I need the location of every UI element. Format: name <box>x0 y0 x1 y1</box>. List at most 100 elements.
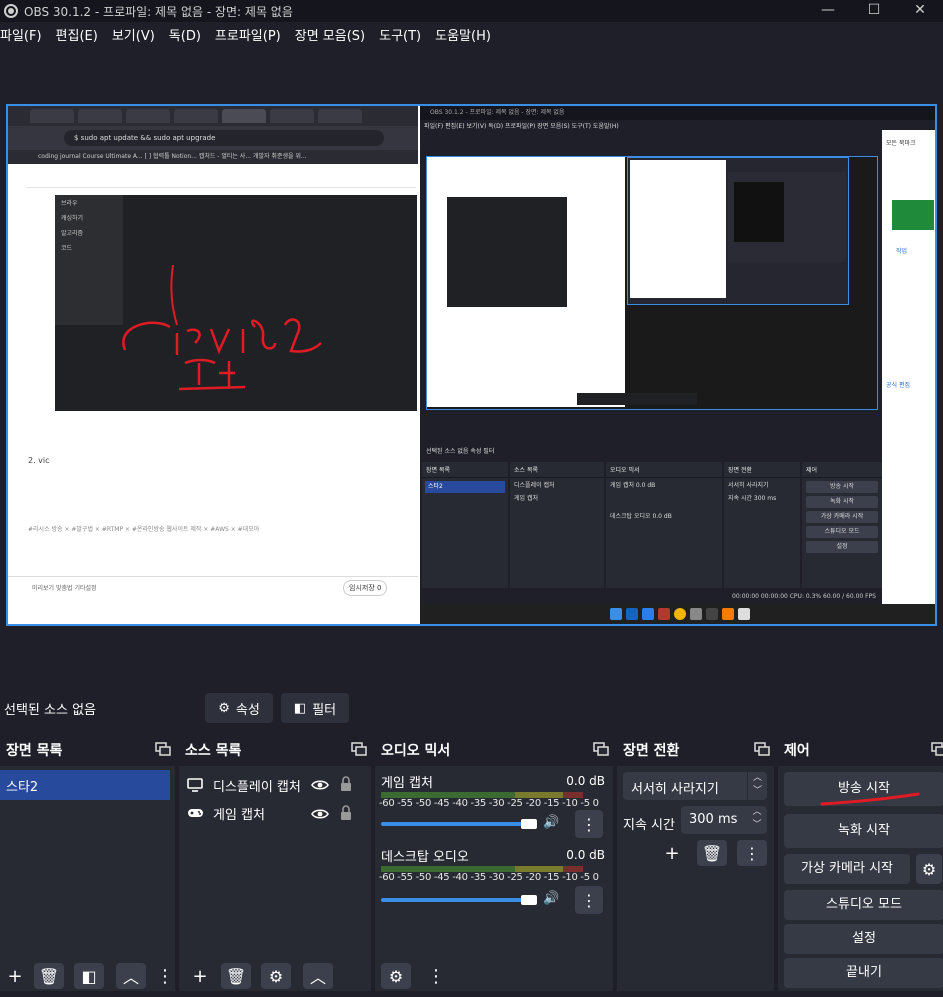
filters-button[interactable]: ◧ 필터 <box>281 693 349 723</box>
menu-docks[interactable]: 독(D) <box>169 26 201 48</box>
menu-view[interactable]: 보기(V) <box>112 26 155 48</box>
scene-filters-button[interactable]: ◧ <box>74 963 104 989</box>
gears-icon: ⚙ <box>388 966 404 986</box>
undock-icon[interactable] <box>593 742 609 756</box>
gear-icon: ⚙ <box>921 859 937 879</box>
nested-control: 녹화 시작 <box>806 496 878 508</box>
add-scene-button[interactable]: + <box>0 963 30 989</box>
monitor-icon <box>187 778 203 792</box>
scene-item[interactable]: 스타2 <box>0 770 170 800</box>
nested-dock-head: 오디오 믹서 <box>606 462 722 478</box>
menu-profile[interactable]: 프로파일(P) <box>215 26 281 48</box>
filter-icon: ◧ <box>81 966 97 986</box>
nested-right-label: 공식 편집 <box>886 382 910 389</box>
source-item[interactable]: 게임 캡처 <box>187 802 357 824</box>
studio-mode-button[interactable]: 스튜디오 모드 <box>784 890 943 920</box>
minimize-button[interactable]: — <box>805 0 851 22</box>
transitions-title: 장면 전환 <box>623 743 680 759</box>
volume-handle[interactable] <box>521 895 537 905</box>
virtual-camera-settings-button[interactable]: ⚙ <box>916 854 942 884</box>
nested-right-label: 작업 <box>896 248 908 255</box>
remove-scene-button[interactable]: 🗑 <box>34 963 64 989</box>
undock-icon[interactable] <box>351 742 367 756</box>
duration-spinner[interactable]: 300 ms ︿ ﹀ <box>681 806 767 834</box>
mixer-menu-button[interactable]: ⋮ <box>575 886 603 914</box>
speaker-icon[interactable]: 🔊 <box>543 891 559 906</box>
controls-dock: 제어 방송 시작 녹화 시작 가상 카메라 시작 ⚙ 스튜디오 모드 설정 끝내… <box>778 734 943 997</box>
menu-tools[interactable]: 도구(T) <box>379 26 421 48</box>
undock-icon[interactable] <box>155 742 171 756</box>
source-up-button[interactable]: ︿ <box>303 963 333 989</box>
menu-scene-collection[interactable]: 장면 모음(S) <box>295 26 365 48</box>
browser-tab-strip <box>8 106 418 126</box>
volume-slider[interactable] <box>381 822 527 826</box>
settings-button[interactable]: 설정 <box>784 924 943 954</box>
captured-sidebar-item: 알고리즘 <box>61 230 84 237</box>
source-item[interactable]: 디스플레이 캡처 <box>187 774 357 796</box>
mixer-title: 오디오 믹서 <box>381 743 451 759</box>
window-title: OBS 30.1.2 - 프로파일: 제목 없음 - 장면: 제목 없음 <box>24 4 293 19</box>
trash-icon: 🗑 <box>225 966 247 986</box>
add-transition-button[interactable]: + <box>657 840 687 866</box>
eye-icon[interactable] <box>311 778 329 792</box>
menu-file[interactable]: 파일(F) <box>0 26 42 48</box>
transition-menu-button[interactable]: ⋮ <box>737 840 767 866</box>
lock-icon[interactable] <box>339 805 353 821</box>
menu-edit[interactable]: 편집(E) <box>56 26 98 48</box>
controls-title: 제어 <box>784 743 810 759</box>
close-button[interactable]: ✕ <box>897 0 943 22</box>
browser-address-bar: $ sudo apt update && sudo apt upgrade <box>8 126 418 150</box>
nested-title: OBS 30.1.2 - 프로파일: 제목 없음 - 장면: 제목 없음 <box>420 106 935 120</box>
lock-icon[interactable] <box>339 776 353 792</box>
source-properties-button[interactable]: ⚙ <box>261 963 291 989</box>
start-virtual-camera-button[interactable]: 가상 카메라 시작 <box>784 854 910 884</box>
start-recording-button[interactable]: 녹화 시작 <box>784 814 943 848</box>
nested-source: 디스플레이 캡처 <box>514 482 555 489</box>
mixer-channel-db: 0.0 dB <box>566 774 605 788</box>
more-icon[interactable]: ⋮ <box>150 963 180 989</box>
nested-browser-side: 모든 북마크 작업 공식 편집 <box>882 130 935 620</box>
scene-up-button[interactable]: ︿ <box>116 963 146 989</box>
chevron-up-icon: ︿ <box>122 968 139 987</box>
nested-control: 설정 <box>806 541 878 553</box>
add-source-button[interactable]: + <box>185 963 215 989</box>
transition-select[interactable]: 서서히 사라지기 ︿ ﹀ <box>623 772 767 800</box>
mixer-channel-db: 0.0 dB <box>566 848 605 862</box>
gamepad-icon <box>188 809 203 817</box>
speaker-icon[interactable]: 🔊 <box>543 815 559 830</box>
captured-sidebar-item: 브라우 <box>61 200 78 207</box>
mixer-settings-button[interactable]: ⚙ <box>381 963 411 989</box>
chevron-updown-icon: ︿ ﹀ <box>747 772 767 800</box>
eye-icon[interactable] <box>311 807 329 821</box>
mixer-more-button[interactable]: ⋮ <box>421 963 451 989</box>
properties-button[interactable]: ⚙ 속성 <box>205 693 273 723</box>
properties-label: 속성 <box>235 702 260 718</box>
maximize-button[interactable]: ☐ <box>851 0 897 22</box>
nested-source: 게임 캡처 <box>514 495 538 502</box>
preview-canvas[interactable]: $ sudo apt update && sudo apt upgrade co… <box>6 104 937 626</box>
remove-transition-button[interactable]: 🗑 <box>697 840 727 866</box>
scenes-title: 장면 목록 <box>6 743 63 759</box>
volume-slider[interactable] <box>381 898 527 902</box>
nested-preview <box>426 156 878 410</box>
nested-toolbar: 선택된 소스 없음 속성 필터 <box>426 448 495 455</box>
undock-icon[interactable] <box>754 742 770 756</box>
undock-icon[interactable] <box>931 742 943 756</box>
volume-handle[interactable] <box>521 819 537 829</box>
browser-url: $ sudo apt update && sudo apt upgrade <box>64 130 384 146</box>
gear-icon: ⚙ <box>218 700 230 716</box>
duration-label: 지속 시간 <box>623 818 675 833</box>
controls-header: 제어 <box>778 734 943 766</box>
menu-help[interactable]: 도움말(H) <box>435 26 491 48</box>
nested-mixer: 데스크탑 오디오 0.0 dB <box>610 513 672 520</box>
duration-value: 300 ms <box>689 812 738 827</box>
exit-button[interactable]: 끝내기 <box>784 958 943 988</box>
remove-source-button[interactable]: 🗑 <box>221 963 251 989</box>
scene-transitions-dock: 장면 전환 서서히 사라지기 ︿ ﹀ 지속 시간 300 ms ︿ ﹀ + 🗑 ⋮ <box>617 734 774 997</box>
sources-title: 소스 목록 <box>185 743 242 759</box>
nested-control: 가상 카메라 시작 <box>806 511 878 523</box>
nested-dock-head: 장면 목록 <box>422 462 508 478</box>
mixer-menu-button[interactable]: ⋮ <box>575 810 603 838</box>
menu-bar: 파일(F) 편집(E) 보기(V) 독(D) 프로파일(P) 장면 모음(S) … <box>0 26 943 48</box>
mixer-channel-name: 게임 캡처 <box>381 776 433 791</box>
